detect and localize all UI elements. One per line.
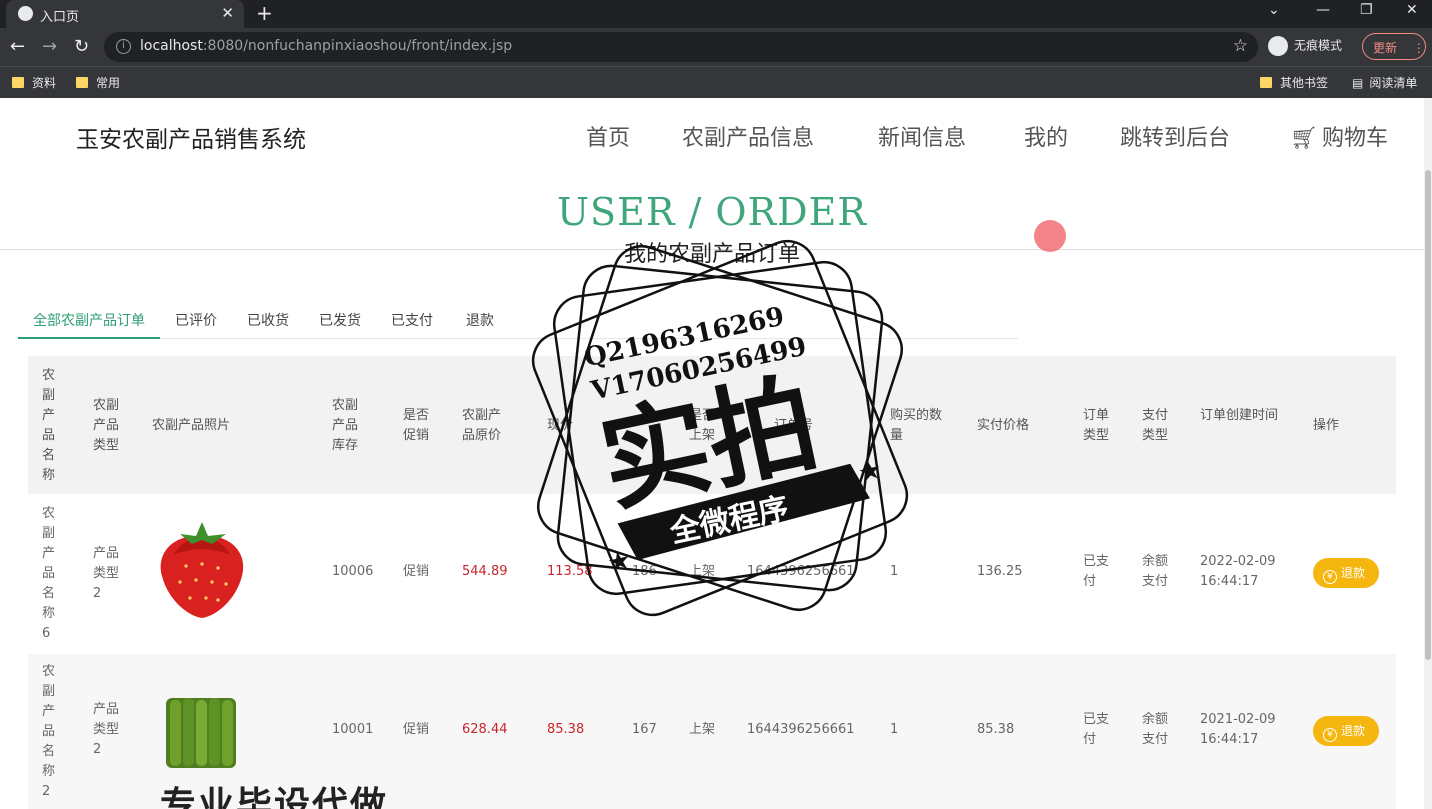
header-cell: 农副产品库存 <box>332 398 359 453</box>
header-cell: 订单类型 <box>1083 408 1110 443</box>
created-time: 2021-02-09 16:44:17 <box>1200 712 1276 747</box>
nav-home[interactable]: 首页 <box>586 120 630 152</box>
site-logo[interactable]: 玉安农副产品销售系统 <box>76 120 306 154</box>
watermark-bottom: 专业毕设代做 <box>160 785 389 809</box>
browser-tab[interactable]: 入口页 ✕ <box>6 0 244 28</box>
order-type: 已支付 <box>1083 712 1110 747</box>
url-text: localhost:8080/nonfuchanpinxiaoshou/fron… <box>140 38 513 54</box>
promo: 促销 <box>403 722 430 737</box>
header-cell: 农副产品名称 <box>42 368 56 483</box>
browser-tab-bar: 入口页 ✕ + ⌄ — ❐ ✕ <box>0 0 1432 28</box>
cart-icon: 🛒︎ <box>1290 126 1318 151</box>
quantity: 1 <box>890 722 899 737</box>
info-icon[interactable]: i <box>116 39 131 54</box>
header-cell: 实付价格 <box>977 418 1030 433</box>
active-tab-indicator <box>18 337 160 339</box>
tab-title: 入口页 <box>40 10 80 25</box>
bookmark-star-icon[interactable]: ☆ <box>1233 36 1248 56</box>
strawberry-image <box>160 522 244 618</box>
tab-paid[interactable]: 已支付 <box>391 310 433 330</box>
forward-icon[interactable]: → <box>42 36 57 57</box>
pay-type: 余额支付 <box>1142 554 1169 589</box>
order-no: 1644396256661 <box>747 722 855 737</box>
nav-cart[interactable]: 🛒︎ 购物车 <box>1290 120 1388 152</box>
product-name: 农副产品名称6 <box>42 506 56 641</box>
back-icon[interactable]: ← <box>10 36 25 57</box>
reading-list[interactable]: ▤ 阅读清单 <box>1352 74 1417 91</box>
header-cell: 农副产品照片 <box>152 418 231 433</box>
stock: 10001 <box>332 722 374 737</box>
scrollbar[interactable] <box>1424 98 1432 809</box>
menu-dots-icon: ⋮ <box>1412 41 1425 55</box>
header-cell: 农副产品类型 <box>93 398 120 453</box>
created-time: 2022-02-09 16:44:17 <box>1200 554 1276 589</box>
nav-admin[interactable]: 跳转到后台 <box>1120 120 1230 152</box>
reading-list-icon: ▤ <box>1352 76 1364 90</box>
product-type: 产品类型2 <box>93 546 120 601</box>
tab-shipped[interactable]: 已发货 <box>319 310 361 330</box>
tab-all-orders[interactable]: 全部农副产品订单 <box>33 310 145 330</box>
folder-icon <box>76 77 88 88</box>
refund-button[interactable]: ¥ 退款 <box>1313 716 1379 746</box>
header-cell: 是否促销 <box>403 408 430 443</box>
globe-icon <box>18 6 33 21</box>
pay-type: 余额支付 <box>1142 712 1169 747</box>
new-tab-icon[interactable]: + <box>256 1 273 25</box>
reload-icon[interactable]: ↻ <box>74 36 89 57</box>
nav-products[interactable]: 农副产品信息 <box>682 120 814 152</box>
scrollbar-thumb[interactable] <box>1425 170 1431 660</box>
star-icon: ★ <box>605 545 634 579</box>
folder-icon <box>12 77 24 88</box>
browser-toolbar: ← → ↻ i localhost:8080/nonfuchanpinxiaos… <box>0 28 1432 66</box>
cursor-highlight <box>1034 220 1066 252</box>
extra-value: 167 <box>632 722 657 737</box>
orig-price: 628.44 <box>462 722 508 737</box>
folder-icon <box>1260 77 1272 88</box>
listed: 上架 <box>689 722 716 737</box>
tab-search-icon[interactable]: ⌄ <box>1268 2 1280 18</box>
header-cell: 农副产品原价 <box>462 408 502 443</box>
incognito-indicator[interactable]: 无痕模式 <box>1268 36 1342 56</box>
star-icon: ★ <box>856 455 885 489</box>
nav-mine[interactable]: 我的 <box>1024 120 1068 152</box>
paid-amount: 85.38 <box>977 722 1015 737</box>
window-close-icon[interactable]: ✕ <box>1406 2 1418 18</box>
minimize-icon[interactable]: — <box>1316 2 1330 18</box>
stock: 10006 <box>332 564 374 579</box>
header-cell: 支付类型 <box>1142 408 1169 443</box>
header-cell: 订单创建时间 <box>1200 408 1279 423</box>
tab-refund[interactable]: 退款 <box>466 310 494 330</box>
tab-reviewed[interactable]: 已评价 <box>175 310 217 330</box>
yen-icon: ¥ <box>1323 570 1337 584</box>
yen-icon: ¥ <box>1323 728 1337 742</box>
nav-news[interactable]: 新闻信息 <box>878 120 966 152</box>
other-bookmarks[interactable]: 其他书签 <box>1260 74 1328 91</box>
address-bar[interactable]: i localhost:8080/nonfuchanpinxiaoshou/fr… <box>104 32 1258 62</box>
price: 85.38 <box>547 722 585 737</box>
order-type: 已支付 <box>1083 554 1110 589</box>
watermark-stamp: Q2196316269 V17060256499 实拍 全微程序 ★ ★ <box>531 239 909 617</box>
close-tab-icon[interactable]: ✕ <box>221 4 234 22</box>
incognito-icon <box>1268 36 1288 56</box>
tab-received[interactable]: 已收货 <box>247 310 289 330</box>
cucumber-image <box>166 698 236 768</box>
promo: 促销 <box>403 564 430 579</box>
bookmark-folder[interactable]: 常用 <box>76 74 120 91</box>
header-cell: 操作 <box>1313 418 1340 433</box>
product-type: 产品类型2 <box>93 702 120 757</box>
orig-price: 544.89 <box>462 564 508 579</box>
bookmark-folder[interactable]: 资料 <box>12 74 56 91</box>
paid-amount: 136.25 <box>977 564 1023 579</box>
update-button[interactable]: 更新 ⋮ <box>1362 33 1426 60</box>
product-name: 农副产品名称2 <box>42 664 56 799</box>
refund-button[interactable]: ¥ 退款 <box>1313 558 1379 588</box>
bookmarks-bar: 资料 常用 其他书签 ▤ 阅读清单 <box>0 66 1432 98</box>
restore-icon[interactable]: ❐ <box>1360 2 1373 18</box>
